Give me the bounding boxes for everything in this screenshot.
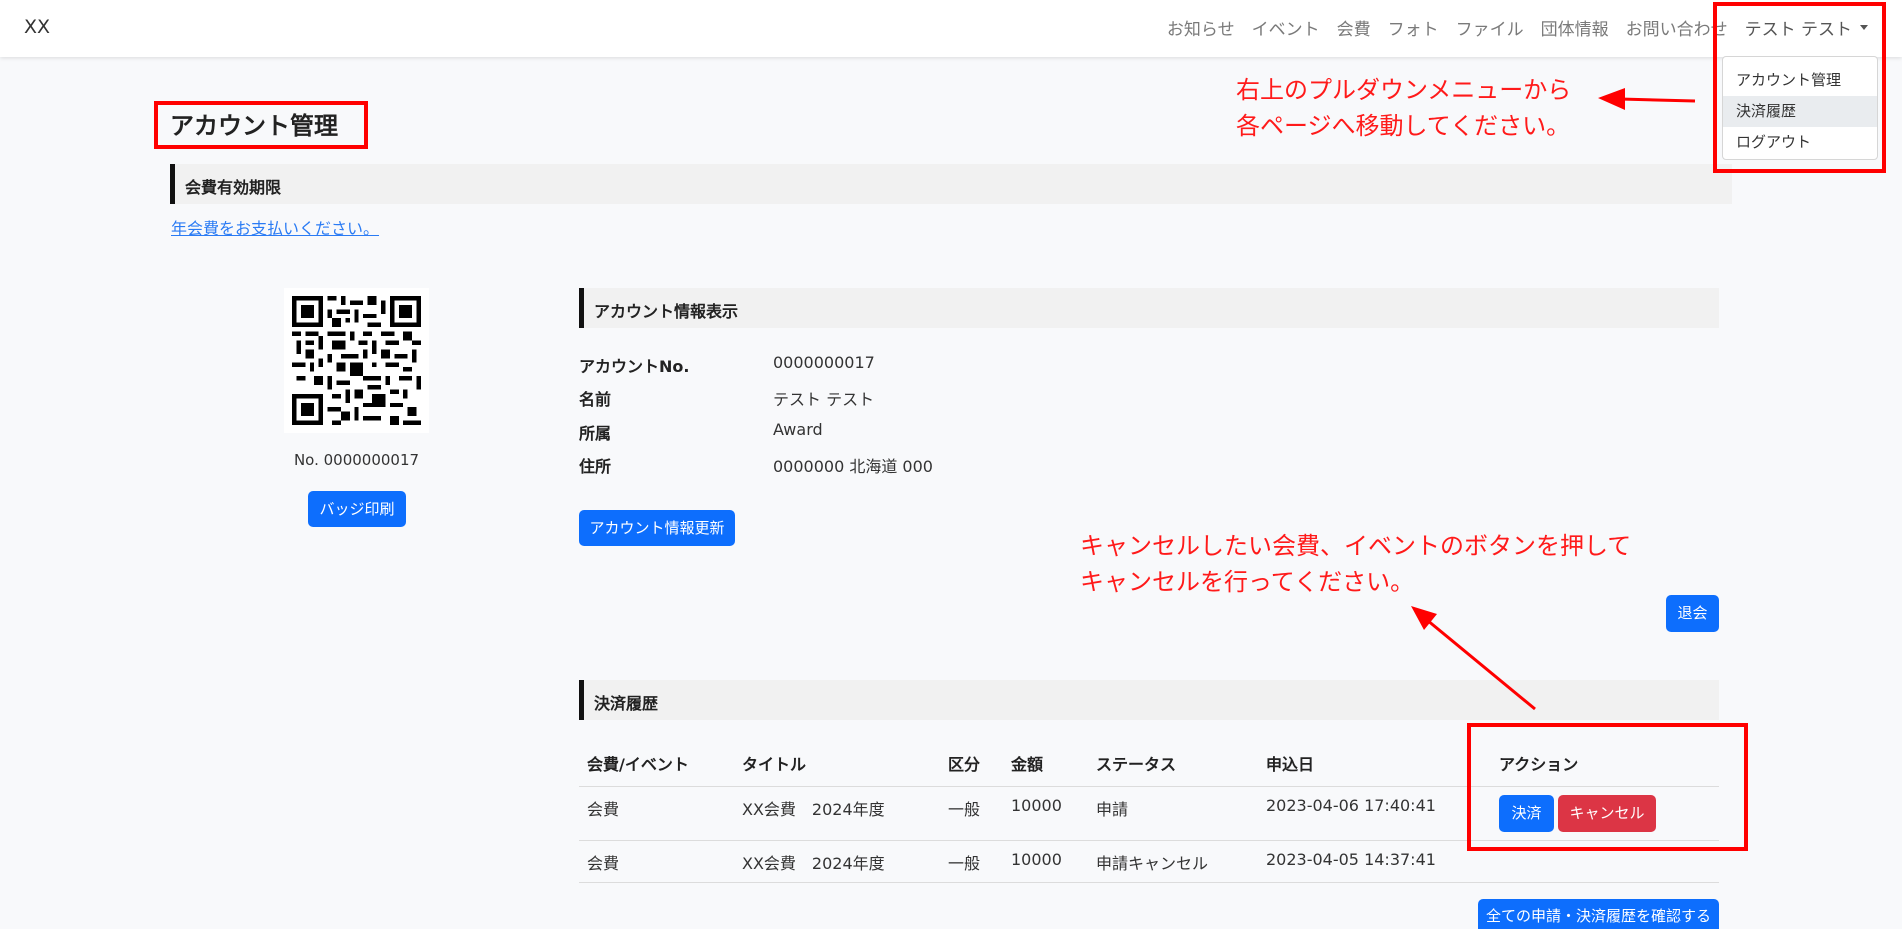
- col-header-title: タイトル: [742, 755, 807, 774]
- col-header-amount: 金額: [1011, 755, 1044, 774]
- row1-status: 申請: [1096, 800, 1129, 819]
- qr-code-icon: [292, 296, 421, 425]
- qr-account-number: No. 0000000017: [293, 451, 420, 469]
- annotation-text-cancel-1: キャンセルしたい会費、イベントのボタンを押して: [1080, 532, 1632, 560]
- account-info-section-title: アカウント情報表示: [594, 302, 739, 321]
- membership-section-header: 会費有効期限: [170, 164, 1732, 204]
- address-value: 0000000 北海道 000: [773, 457, 933, 476]
- annotation-text-menu-2: 各ページへ移動してください。: [1236, 112, 1571, 140]
- brand-logo[interactable]: XX: [24, 16, 50, 38]
- row2-title: XX会費 2024年度: [742, 854, 885, 873]
- row1-title: XX会費 2024年度: [742, 800, 885, 819]
- address-label: 住所: [579, 457, 612, 476]
- print-badge-button[interactable]: バッジ印刷: [308, 491, 406, 527]
- row1-category: 一般: [948, 800, 981, 819]
- membership-section-title: 会費有効期限: [185, 178, 282, 197]
- nav-link-news[interactable]: お知らせ: [1167, 15, 1235, 40]
- payment-history-section-title: 決済履歴: [594, 694, 659, 713]
- update-account-button[interactable]: アカウント情報更新: [579, 510, 735, 546]
- annotation-box-title: [154, 101, 368, 149]
- col-header-status: ステータス: [1096, 755, 1177, 774]
- arrow-to-menu-icon: [1619, 97, 1696, 103]
- annotation-box-menu: [1713, 2, 1886, 173]
- row2-category: 一般: [948, 854, 981, 873]
- withdraw-button[interactable]: 退会: [1666, 595, 1719, 632]
- nav-link-org-info[interactable]: 団体情報: [1541, 15, 1609, 40]
- row1-date: 2023-04-06 17:40:41: [1266, 796, 1436, 815]
- name-label: 名前: [579, 390, 612, 409]
- row2-amount: 10000: [1011, 850, 1062, 869]
- row2-date: 2023-04-05 14:37:41: [1266, 850, 1436, 869]
- nav-link-photos[interactable]: フォト: [1388, 15, 1439, 40]
- nav-link-files[interactable]: ファイル: [1456, 15, 1524, 40]
- top-navbar: XX お知らせ イベント 会費 フォト ファイル 団体情報 お問い合わせ テスト…: [0, 0, 1902, 57]
- affiliation-label: 所属: [579, 424, 612, 443]
- nav-link-events[interactable]: イベント: [1252, 15, 1320, 40]
- table-divider: [579, 882, 1719, 883]
- name-value: テスト テスト: [773, 390, 875, 409]
- col-header-type: 会費/イベント: [587, 755, 689, 774]
- row1-amount: 10000: [1011, 796, 1062, 815]
- account-no-label: アカウントNo.: [579, 357, 690, 376]
- annotation-box-action: [1467, 723, 1748, 851]
- row2-status: 申請キャンセル: [1096, 854, 1209, 873]
- nav-link-fees[interactable]: 会費: [1337, 15, 1371, 40]
- all-history-button[interactable]: 全ての申請・決済履歴を確認する: [1478, 899, 1719, 929]
- qr-code: [284, 288, 429, 433]
- payment-history-section-header: 決済履歴: [579, 680, 1719, 720]
- pay-annual-fee-link[interactable]: 年会費をお支払いください。: [171, 215, 379, 239]
- col-header-date: 申込日: [1266, 755, 1315, 774]
- annotation-text-menu-1: 右上のプルダウンメニューから: [1236, 76, 1572, 104]
- account-info-section-header: アカウント情報表示: [579, 288, 1719, 328]
- row2-type: 会費: [587, 854, 620, 873]
- annotation-text-cancel-2: キャンセルを行ってください。: [1080, 568, 1415, 596]
- col-header-category: 区分: [948, 755, 981, 774]
- affiliation-value: Award: [773, 420, 823, 439]
- row1-type: 会費: [587, 800, 620, 819]
- account-no-value: 0000000017: [773, 353, 875, 372]
